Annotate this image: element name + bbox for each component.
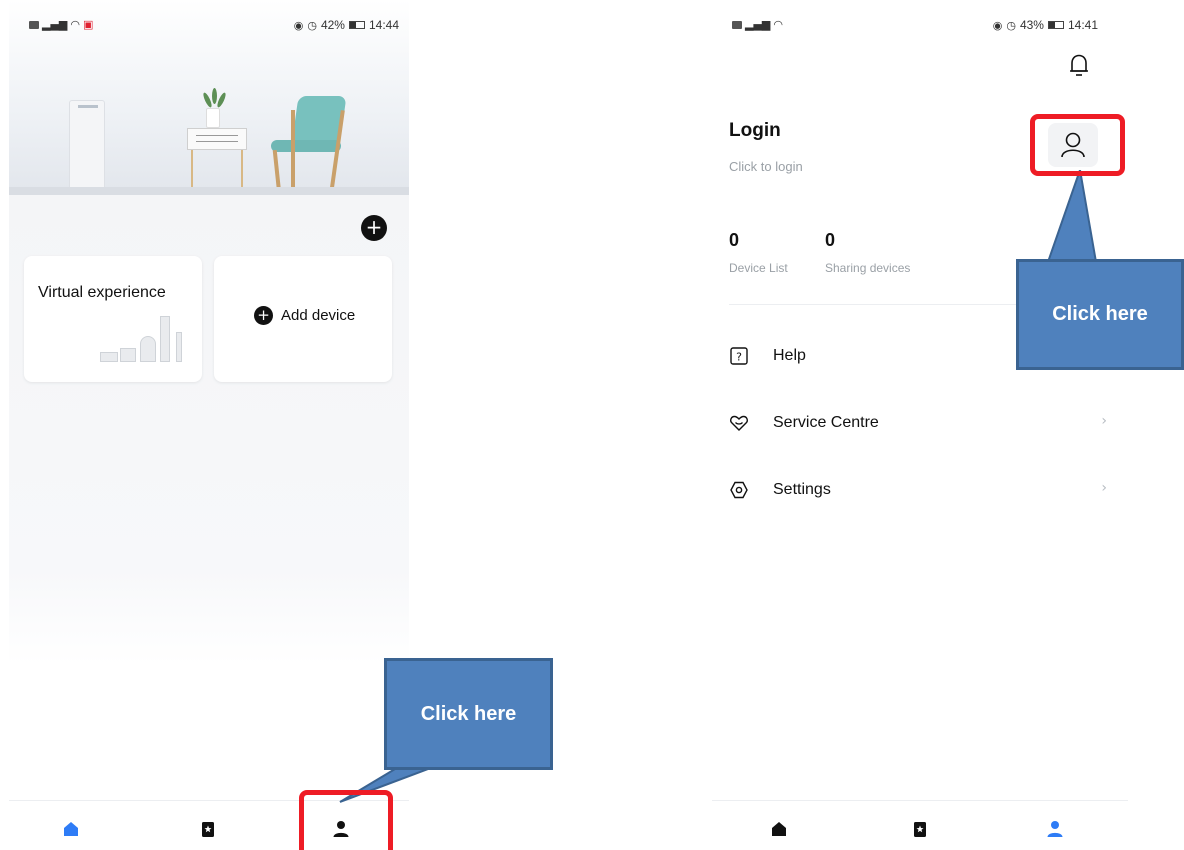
eye-icon: ◉ [293, 18, 304, 32]
status-time: 14:44 [368, 18, 399, 32]
bell-icon[interactable] [1068, 52, 1090, 78]
person-icon[interactable] [1045, 819, 1065, 839]
help-icon: ? [730, 347, 748, 365]
status-bar: ▂▄▆ ◠ ▣ ◉ ◷ 42% 14:44 [9, 14, 409, 38]
login-subtitle[interactable]: Click to login [729, 159, 803, 174]
alarm-icon: ◷ [307, 18, 317, 32]
hd-icon [732, 20, 742, 29]
heart-chat-icon [730, 415, 748, 431]
battery-icon [1047, 21, 1064, 29]
bookmark-icon[interactable] [198, 819, 218, 839]
air-purifier-illustration [69, 100, 105, 194]
service-centre-label: Service Centre [773, 414, 879, 431]
bookmark-icon[interactable] [910, 819, 930, 839]
menu-item-settings[interactable]: Settings › [729, 470, 1119, 510]
hd-icon [29, 20, 39, 29]
add-button[interactable]: + [361, 215, 387, 241]
signal-icon: ▂▄▆ [745, 18, 771, 31]
home-screen: ▂▄▆ ◠ ▣ ◉ ◷ 42% 14:44 + Virtual experien… [9, 0, 409, 850]
battery-percent: 43% [1019, 18, 1044, 32]
menu-item-service-centre[interactable]: Service Centre › [729, 403, 1119, 443]
wifi-icon: ◠ [773, 18, 783, 31]
battery-percent: 42% [320, 18, 345, 32]
settings-label: Settings [773, 481, 831, 498]
side-table-illustration [187, 128, 247, 150]
device-list-label: Device List [729, 261, 788, 275]
plant-illustration [206, 108, 220, 128]
wifi-icon: ◠ [70, 18, 80, 31]
notification-icon: ▣ [83, 18, 94, 31]
home-icon[interactable] [61, 819, 81, 839]
add-circle-icon: + [254, 306, 273, 325]
signal-icon: ▂▄▆ [42, 18, 68, 31]
status-time: 14:41 [1067, 18, 1098, 32]
settings-icon [730, 481, 748, 499]
virtual-experience-card[interactable]: Virtual experience [24, 256, 202, 382]
sharing-count: 0 [825, 230, 836, 250]
callout-left: Click here [384, 658, 553, 770]
add-device-card[interactable]: + Add device [214, 256, 392, 382]
home-icon[interactable] [769, 819, 789, 839]
callout-right: Click here [1016, 259, 1184, 370]
sharing-devices-stat[interactable]: 0 Sharing devices [825, 230, 910, 275]
eye-icon: ◉ [992, 18, 1003, 32]
status-bar: ▂▄▆ ◠ ◉ ◷ 43% 14:41 [712, 14, 1128, 38]
device-list-stat[interactable]: 0 Device List [729, 230, 788, 275]
appliances-illustration [100, 314, 190, 362]
device-count: 0 [729, 230, 740, 250]
add-device-label: Add device [281, 307, 356, 324]
help-label: Help [773, 347, 806, 364]
sharing-devices-label: Sharing devices [825, 261, 911, 275]
highlight-avatar-button [1030, 114, 1125, 176]
battery-icon [348, 21, 365, 29]
chevron-right-icon: › [1101, 413, 1107, 429]
alarm-icon: ◷ [1006, 18, 1016, 32]
svg-text:?: ? [736, 351, 742, 364]
bottom-tab-bar [712, 800, 1128, 850]
chevron-right-icon: › [1101, 480, 1107, 496]
login-title[interactable]: Login [729, 120, 781, 142]
virtual-experience-label: Virtual experience [38, 284, 166, 301]
highlight-profile-tab [299, 790, 393, 850]
